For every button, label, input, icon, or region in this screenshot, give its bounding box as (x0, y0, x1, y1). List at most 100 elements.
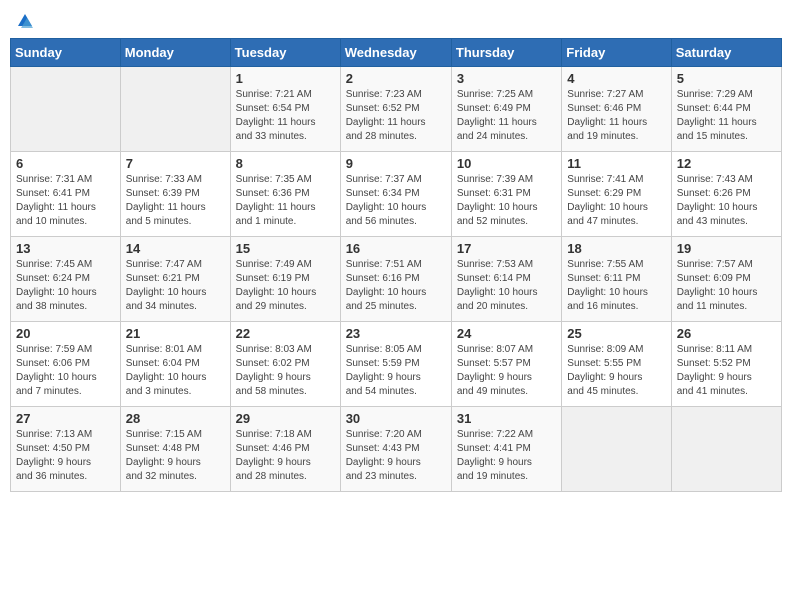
calendar-cell (562, 407, 671, 492)
calendar-cell (671, 407, 781, 492)
day-info: Sunrise: 7:18 AM Sunset: 4:46 PM Dayligh… (236, 428, 335, 484)
day-info: Sunrise: 8:07 AM Sunset: 5:57 PM Dayligh… (457, 343, 556, 399)
day-number: 28 (126, 411, 225, 426)
calendar-header-sunday: Sunday (11, 39, 121, 67)
calendar-week-row: 13Sunrise: 7:45 AM Sunset: 6:24 PM Dayli… (11, 237, 782, 322)
calendar-week-row: 27 Sunrise: 7:13 AM Sunset: 4:50 PM Dayli… (11, 407, 782, 492)
day-number: 27 (16, 411, 115, 426)
calendar-cell: 25 Sunrise: 8:09 AM Sunset: 5:55 PM Dayli… (562, 322, 671, 407)
day-number: 21 (126, 326, 225, 341)
calendar-cell: 31 Sunrise: 7:22 AM Sunset: 4:41 PM Dayli… (451, 407, 561, 492)
day-number: 18 (567, 241, 665, 256)
calendar-cell: 2 Sunrise: 7:23 AM Sunset: 6:52 PM Daylig… (340, 67, 451, 152)
day-number: 7 (126, 156, 225, 171)
day-info: Sunrise: 7:21 AM Sunset: 6:54 PM Dayligh… (236, 88, 335, 144)
day-number: 10 (457, 156, 556, 171)
day-number: 9 (346, 156, 446, 171)
day-info: Sunrise: 7:20 AM Sunset: 4:43 PM Dayligh… (346, 428, 446, 484)
day-info: Sunrise: 7:37 AM Sunset: 6:34 PM Dayligh… (346, 173, 446, 229)
calendar-cell: 13Sunrise: 7:45 AM Sunset: 6:24 PM Dayli… (11, 237, 121, 322)
day-info: Sunrise: 7:31 AM Sunset: 6:41 PM Dayligh… (16, 173, 115, 229)
day-info: Sunrise: 8:03 AM Sunset: 6:02 PM Dayligh… (236, 343, 335, 399)
day-info: Sunrise: 7:29 AM Sunset: 6:44 PM Dayligh… (677, 88, 776, 144)
day-info: Sunrise: 7:25 AM Sunset: 6:49 PM Dayligh… (457, 88, 556, 144)
day-number: 25 (567, 326, 665, 341)
calendar-cell: 10 Sunrise: 7:39 AM Sunset: 6:31 PM Dayli… (451, 152, 561, 237)
calendar-cell: 28 Sunrise: 7:15 AM Sunset: 4:48 PM Dayli… (120, 407, 230, 492)
day-info: Sunrise: 7:57 AM Sunset: 6:09 PM Dayligh… (677, 258, 776, 314)
day-info: Sunrise: 7:51 AM Sunset: 6:16 PM Dayligh… (346, 258, 446, 314)
calendar-cell: 26Sunrise: 8:11 AM Sunset: 5:52 PM Dayli… (671, 322, 781, 407)
calendar-header-saturday: Saturday (671, 39, 781, 67)
calendar-cell: 3 Sunrise: 7:25 AM Sunset: 6:49 PM Daylig… (451, 67, 561, 152)
calendar-cell: 9 Sunrise: 7:37 AM Sunset: 6:34 PM Daylig… (340, 152, 451, 237)
calendar-cell: 18 Sunrise: 7:55 AM Sunset: 6:11 PM Dayli… (562, 237, 671, 322)
day-info: Sunrise: 7:35 AM Sunset: 6:36 PM Dayligh… (236, 173, 335, 229)
calendar-cell: 29 Sunrise: 7:18 AM Sunset: 4:46 PM Dayli… (230, 407, 340, 492)
calendar-week-row: 6 Sunrise: 7:31 AM Sunset: 6:41 PM Daylig… (11, 152, 782, 237)
day-number: 3 (457, 71, 556, 86)
calendar-header-row: SundayMondayTuesdayWednesdayThursdayFrid… (11, 39, 782, 67)
calendar-cell: 11 Sunrise: 7:41 AM Sunset: 6:29 PM Dayli… (562, 152, 671, 237)
calendar-header-friday: Friday (562, 39, 671, 67)
calendar-cell: 21 Sunrise: 8:01 AM Sunset: 6:04 PM Dayli… (120, 322, 230, 407)
day-number: 24 (457, 326, 556, 341)
calendar-cell: 7 Sunrise: 7:33 AM Sunset: 6:39 PM Daylig… (120, 152, 230, 237)
page-header (10, 10, 782, 30)
day-info: Sunrise: 7:33 AM Sunset: 6:39 PM Dayligh… (126, 173, 225, 229)
day-info: Sunrise: 7:22 AM Sunset: 4:41 PM Dayligh… (457, 428, 556, 484)
day-number: 31 (457, 411, 556, 426)
day-number: 15 (236, 241, 335, 256)
day-number: 20 (16, 326, 115, 341)
day-info: Sunrise: 8:09 AM Sunset: 5:55 PM Dayligh… (567, 343, 665, 399)
calendar-cell (11, 67, 121, 152)
calendar-cell: 1 Sunrise: 7:21 AM Sunset: 6:54 PM Daylig… (230, 67, 340, 152)
calendar-header-monday: Monday (120, 39, 230, 67)
calendar-cell: 17 Sunrise: 7:53 AM Sunset: 6:14 PM Dayli… (451, 237, 561, 322)
day-info: Sunrise: 8:05 AM Sunset: 5:59 PM Dayligh… (346, 343, 446, 399)
calendar-cell: 30Sunrise: 7:20 AM Sunset: 4:43 PM Dayli… (340, 407, 451, 492)
calendar-cell: 5 Sunrise: 7:29 AM Sunset: 6:44 PM Daylig… (671, 67, 781, 152)
calendar-cell: 16 Sunrise: 7:51 AM Sunset: 6:16 PM Dayli… (340, 237, 451, 322)
calendar-week-row: 20 Sunrise: 7:59 AM Sunset: 6:06 PM Dayli… (11, 322, 782, 407)
day-info: Sunrise: 7:23 AM Sunset: 6:52 PM Dayligh… (346, 88, 446, 144)
day-info: Sunrise: 7:53 AM Sunset: 6:14 PM Dayligh… (457, 258, 556, 314)
day-info: Sunrise: 7:13 AM Sunset: 4:50 PM Dayligh… (16, 428, 115, 484)
calendar-cell: 22 Sunrise: 8:03 AM Sunset: 6:02 PM Dayli… (230, 322, 340, 407)
day-info: Sunrise: 7:41 AM Sunset: 6:29 PM Dayligh… (567, 173, 665, 229)
calendar-table: SundayMondayTuesdayWednesdayThursdayFrid… (10, 38, 782, 492)
day-number: 19 (677, 241, 776, 256)
day-info: Sunrise: 8:11 AM Sunset: 5:52 PM Dayligh… (677, 343, 776, 399)
logo (14, 10, 34, 30)
day-info: Sunrise: 7:27 AM Sunset: 6:46 PM Dayligh… (567, 88, 665, 144)
day-number: 2 (346, 71, 446, 86)
day-info: Sunrise: 7:39 AM Sunset: 6:31 PM Dayligh… (457, 173, 556, 229)
calendar-cell: 23Sunrise: 8:05 AM Sunset: 5:59 PM Dayli… (340, 322, 451, 407)
calendar-header-thursday: Thursday (451, 39, 561, 67)
logo-icon (16, 12, 34, 30)
day-number: 12 (677, 156, 776, 171)
day-info: Sunrise: 7:59 AM Sunset: 6:06 PM Dayligh… (16, 343, 115, 399)
calendar-header-wednesday: Wednesday (340, 39, 451, 67)
day-number: 17 (457, 241, 556, 256)
day-info: Sunrise: 7:45 AM Sunset: 6:24 PM Dayligh… (16, 258, 115, 314)
calendar-cell: 8Sunrise: 7:35 AM Sunset: 6:36 PM Daylig… (230, 152, 340, 237)
day-info: Sunrise: 7:55 AM Sunset: 6:11 PM Dayligh… (567, 258, 665, 314)
day-number: 5 (677, 71, 776, 86)
calendar-cell: 15Sunrise: 7:49 AM Sunset: 6:19 PM Dayli… (230, 237, 340, 322)
day-number: 11 (567, 156, 665, 171)
day-info: Sunrise: 8:01 AM Sunset: 6:04 PM Dayligh… (126, 343, 225, 399)
day-number: 6 (16, 156, 115, 171)
day-info: Sunrise: 7:47 AM Sunset: 6:21 PM Dayligh… (126, 258, 225, 314)
calendar-week-row: 1 Sunrise: 7:21 AM Sunset: 6:54 PM Daylig… (11, 67, 782, 152)
day-info: Sunrise: 7:43 AM Sunset: 6:26 PM Dayligh… (677, 173, 776, 229)
day-number: 22 (236, 326, 335, 341)
day-number: 16 (346, 241, 446, 256)
calendar-cell: 6 Sunrise: 7:31 AM Sunset: 6:41 PM Daylig… (11, 152, 121, 237)
day-number: 29 (236, 411, 335, 426)
day-info: Sunrise: 7:15 AM Sunset: 4:48 PM Dayligh… (126, 428, 225, 484)
day-number: 4 (567, 71, 665, 86)
calendar-cell: 27 Sunrise: 7:13 AM Sunset: 4:50 PM Dayli… (11, 407, 121, 492)
day-number: 1 (236, 71, 335, 86)
calendar-cell: 19 Sunrise: 7:57 AM Sunset: 6:09 PM Dayli… (671, 237, 781, 322)
